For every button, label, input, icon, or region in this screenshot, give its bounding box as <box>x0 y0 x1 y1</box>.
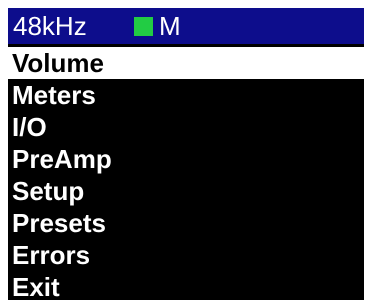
lock-indicator-icon <box>134 17 153 36</box>
menu-item-io[interactable]: I/O <box>8 111 364 143</box>
menu-item-preamp[interactable]: PreAmp <box>8 143 364 175</box>
menu-item-setup[interactable]: Setup <box>8 175 364 207</box>
mode-label: M <box>159 11 181 41</box>
main-menu: Volume Meters I/O PreAmp Setup Presets E… <box>8 47 364 300</box>
menu-item-volume[interactable]: Volume <box>8 47 364 79</box>
menu-item-errors[interactable]: Errors <box>8 239 364 271</box>
device-screen: 48kHz M Volume Meters I/O PreAmp Setup P… <box>8 8 364 300</box>
sample-rate-label: 48kHz <box>13 11 87 41</box>
menu-item-presets[interactable]: Presets <box>8 207 364 239</box>
menu-item-meters[interactable]: Meters <box>8 79 364 111</box>
status-bar: 48kHz M <box>8 8 364 44</box>
menu-item-exit[interactable]: Exit <box>8 271 364 300</box>
